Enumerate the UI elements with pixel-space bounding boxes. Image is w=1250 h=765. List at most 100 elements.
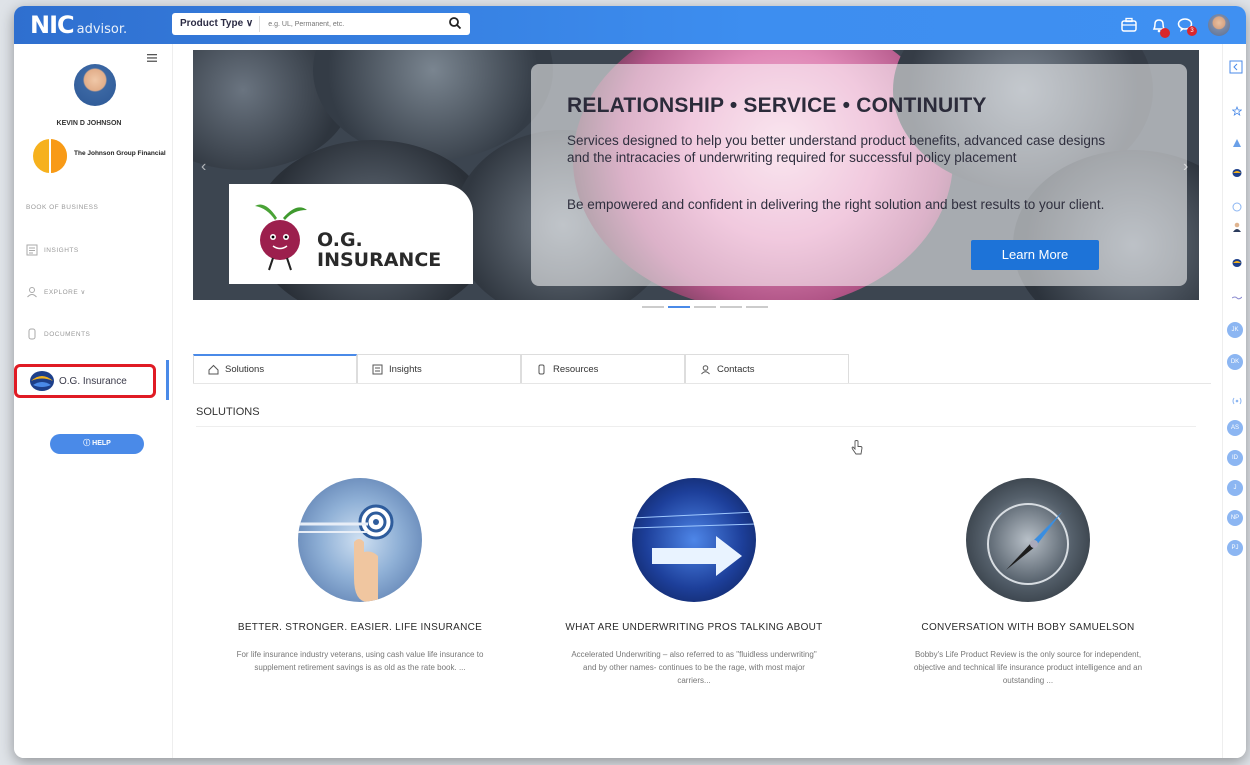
- company-name: The Johnson Group Financial: [74, 150, 166, 157]
- bell-badge: [1160, 28, 1170, 38]
- solution-card-title[interactable]: WHAT ARE UNDERWRITING PROS TALKING ABOUT: [544, 622, 844, 634]
- solution-card-title[interactable]: CONVERSATION WITH BOBY SAMUELSON: [878, 622, 1178, 634]
- section-divider: [196, 426, 1196, 427]
- product-type-dropdown[interactable]: Product Type ∨: [172, 16, 261, 32]
- search-icon[interactable]: [448, 16, 462, 30]
- solution-card-text: Accelerated Underwriting – also referred…: [571, 650, 817, 685]
- contact-avatar[interactable]: DK: [1227, 354, 1243, 370]
- solution-image: [298, 478, 422, 602]
- compass-icon: [987, 503, 1069, 585]
- solution-card-title[interactable]: BETTER. STRONGER. EASIER. LIFE INSURANCE: [210, 622, 510, 634]
- main-content: RELATIONSHIP • SERVICE • CONTINUITY Serv…: [174, 44, 1220, 758]
- arrow-graphic-icon: [632, 511, 756, 576]
- person-icon[interactable]: [1232, 222, 1242, 232]
- contact-avatar[interactable]: JK: [1227, 322, 1243, 338]
- active-indicator: [166, 360, 169, 400]
- briefcase-icon[interactable]: [1120, 16, 1138, 34]
- og-insurance-brand: O.G. INSURANCE: [317, 230, 441, 270]
- list-icon: [372, 364, 383, 374]
- banner-next-arrow[interactable]: ›: [1183, 158, 1188, 176]
- contact-avatar[interactable]: AS: [1227, 420, 1243, 436]
- contact-avatar[interactable]: ID: [1227, 450, 1243, 466]
- carousel-dot[interactable]: [642, 306, 664, 308]
- target-hand-icon: [298, 504, 394, 602]
- solution-card-text: For life insurance industry veterans, us…: [236, 650, 484, 672]
- document-icon: [28, 328, 36, 340]
- tab-label: Resources: [553, 363, 599, 375]
- user-icon: [27, 287, 37, 298]
- banner-text: Services designed to help you better und…: [567, 133, 1106, 165]
- left-sidebar: KEVIN D JOHNSON The Johnson Group Financ…: [14, 44, 173, 758]
- nav-explore[interactable]: EXPLORE ∨: [26, 286, 86, 298]
- nav-label: BOOK OF BUSINESS: [26, 204, 99, 211]
- contact-avatar[interactable]: J: [1227, 480, 1243, 496]
- section-title: SOLUTIONS: [196, 406, 260, 418]
- chat-icon[interactable]: [1232, 202, 1242, 212]
- content-tabs: Solutions Insights Resources Contacts: [193, 354, 849, 384]
- tab-label: Insights: [389, 363, 422, 375]
- tab-label: Contacts: [717, 363, 755, 375]
- signature-icon: [1232, 296, 1242, 300]
- solution-card[interactable]: WHAT ARE UNDERWRITING PROS TALKING ABOUT…: [544, 478, 844, 687]
- chat-badge: 3: [1187, 26, 1197, 36]
- brand-line-1: O.G.: [317, 229, 363, 251]
- solution-image: [966, 478, 1090, 602]
- sidebar-item-og-insurance[interactable]: O.G. Insurance: [14, 364, 156, 398]
- hand-cursor-icon: [851, 440, 863, 455]
- help-label: HELP: [92, 440, 111, 447]
- user-name: KEVIN D JOHNSON: [56, 120, 122, 127]
- contact-avatar[interactable]: NP: [1227, 510, 1243, 526]
- banner-title: RELATIONSHIP • SERVICE • CONTINUITY: [567, 94, 987, 117]
- list-icon: [26, 244, 38, 256]
- user-avatar[interactable]: [1208, 14, 1230, 36]
- nic-icon[interactable]: [1232, 138, 1242, 148]
- solution-card[interactable]: BETTER. STRONGER. EASIER. LIFE INSURANCE…: [210, 478, 510, 674]
- banner-panel: RELATIONSHIP • SERVICE • CONTINUITY Serv…: [531, 64, 1187, 286]
- tab-contacts[interactable]: Contacts: [685, 354, 849, 383]
- menu-icon[interactable]: [147, 54, 157, 62]
- og-insurance-logo-icon: [30, 371, 54, 391]
- help-button[interactable]: ⓘ HELP: [50, 434, 144, 454]
- beet-mascot-icon: [255, 204, 307, 271]
- og-insurance-icon[interactable]: [1232, 258, 1242, 268]
- carousel-dot[interactable]: [668, 306, 690, 308]
- nav-label: DOCUMENTS: [44, 330, 91, 338]
- tab-divider: [193, 383, 1211, 384]
- broadcast-icon[interactable]: [1232, 396, 1242, 406]
- tab-label: Solutions: [225, 364, 265, 375]
- profile-avatar[interactable]: [74, 64, 116, 106]
- tab-resources[interactable]: Resources: [521, 354, 685, 383]
- og-insurance-brand-card: O.G. INSURANCE: [229, 184, 473, 284]
- banner-text: Be empowered and confident in delivering…: [567, 197, 1105, 212]
- sidebar-item-label: O.G. Insurance: [59, 375, 127, 387]
- solution-card[interactable]: CONVERSATION WITH BOBY SAMUELSON Bobby's…: [878, 478, 1178, 687]
- star-icon[interactable]: [1232, 106, 1242, 116]
- tab-solutions[interactable]: Solutions: [193, 354, 357, 383]
- top-bar: NICadvisor. Product Type ∨ 3: [14, 6, 1246, 44]
- brand-line-2: INSURANCE: [317, 249, 442, 271]
- collapse-panel-icon[interactable]: [1229, 60, 1243, 74]
- hero-banner: RELATIONSHIP • SERVICE • CONTINUITY Serv…: [193, 50, 1199, 300]
- solution-image: [632, 478, 756, 602]
- og-insurance-icon[interactable]: [1232, 168, 1242, 178]
- nav-book-of-business[interactable]: BOOK OF BUSINESS: [26, 204, 98, 211]
- banner-prev-arrow[interactable]: ‹: [201, 158, 206, 176]
- tab-insights[interactable]: Insights: [357, 354, 521, 383]
- right-rail: JK DK AS ID J NP PJ: [1222, 44, 1246, 758]
- learn-more-button[interactable]: Learn More: [971, 240, 1099, 270]
- company-logo-mark-icon: [33, 138, 67, 174]
- logo-main: NIC: [30, 11, 75, 39]
- carousel-dot[interactable]: [694, 306, 716, 308]
- home-icon: [208, 364, 219, 375]
- carousel-dot[interactable]: [746, 306, 768, 308]
- app-logo[interactable]: NIC advisor.: [30, 11, 127, 39]
- solution-card-text: Bobby's Life Product Review is the only …: [913, 650, 1143, 685]
- user-icon: [701, 364, 710, 374]
- nav-insights[interactable]: INSIGHTS: [26, 244, 79, 256]
- app-window: NICadvisor. Product Type ∨ 3 KEVIN D JOH…: [14, 6, 1246, 758]
- search-input[interactable]: [266, 19, 431, 29]
- carousel-dot[interactable]: [720, 306, 742, 308]
- nav-documents[interactable]: DOCUMENTS: [26, 328, 90, 340]
- contact-avatar[interactable]: PJ: [1227, 540, 1243, 556]
- search-bar: Product Type ∨: [172, 13, 470, 35]
